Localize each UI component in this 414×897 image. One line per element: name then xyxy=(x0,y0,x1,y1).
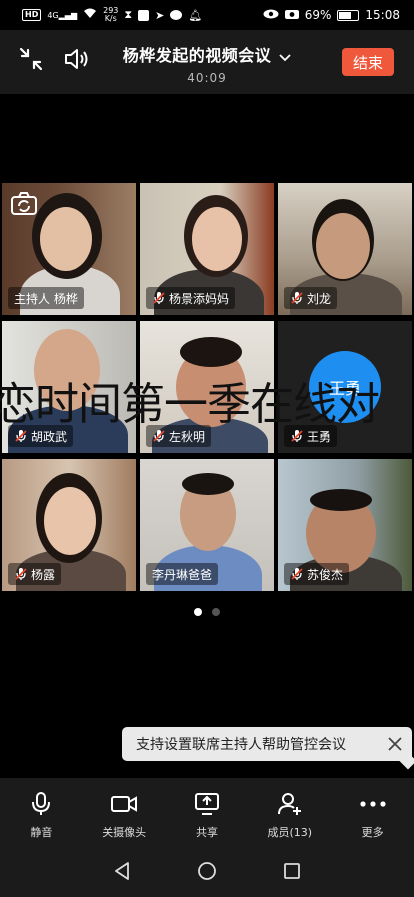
back-icon[interactable] xyxy=(113,861,131,885)
share-button[interactable]: 共享 xyxy=(166,778,249,848)
camera-label: 关摄像头 xyxy=(102,826,147,839)
status-bar: HD 4G▂▄▆ 293 K/s ⧗ ➤ 🔔︎ 69% 15:08 xyxy=(0,0,414,30)
meeting-header: 杨桦发起的视频会议 40:09 结束 xyxy=(0,30,414,94)
page-dot-active[interactable] xyxy=(194,608,202,616)
signal-label: 4G xyxy=(47,10,59,20)
participant-name: 李丹琳爸爸 xyxy=(152,567,213,582)
person-hair xyxy=(310,489,372,511)
participant-name-tag: 杨景添妈妈 xyxy=(146,287,236,309)
person-face xyxy=(44,487,96,555)
participant-name: 杨景添妈妈 xyxy=(169,291,230,306)
participant-name-tag: 苏俊杰 xyxy=(284,563,350,585)
wifi-icon xyxy=(83,8,97,22)
participant-name: 刘龙 xyxy=(307,291,332,306)
person-hair xyxy=(182,473,234,495)
add-user-icon xyxy=(275,790,305,818)
mute-label: 静音 xyxy=(30,826,53,839)
video-tile[interactable]: 苏俊杰 xyxy=(278,459,412,591)
meeting-title-text: 杨桦发起的视频会议 xyxy=(122,46,272,65)
person-hair xyxy=(180,337,242,367)
end-meeting-button[interactable]: 结束 xyxy=(342,48,394,76)
battery-fill xyxy=(339,11,352,19)
signal-icon: 4G▂▄▆ xyxy=(47,10,78,20)
members-button[interactable]: 成员(13) xyxy=(248,778,331,848)
participant-name: 杨露 xyxy=(31,567,56,582)
share-screen-icon xyxy=(192,790,222,818)
participant-name-tag: 杨露 xyxy=(8,563,62,585)
tooltip-text: 支持设置联席主持人帮助管控会议 xyxy=(136,737,346,753)
system-navigation-bar xyxy=(0,848,414,897)
more-label: 更多 xyxy=(361,826,384,839)
camera-switch-icon[interactable] xyxy=(10,191,38,217)
chevron-down-icon xyxy=(279,47,291,66)
participant-name: 主持人 杨桦 xyxy=(14,291,78,306)
tooltip-arrow xyxy=(399,752,414,770)
more-dots-icon xyxy=(358,790,388,818)
mute-button[interactable]: 静音 xyxy=(0,778,83,848)
video-tile[interactable]: 杨露 xyxy=(2,459,136,591)
battery-percent: 69% xyxy=(304,8,332,22)
video-tile-host[interactable]: 主持人 杨桦 xyxy=(2,183,136,315)
paper-plane-icon: ➤ xyxy=(155,8,165,22)
co-host-tooltip: 支持设置联席主持人帮助管控会议 xyxy=(122,727,414,770)
mic-muted-icon xyxy=(290,291,304,305)
notification-bell-icon: 🔔︎ xyxy=(188,8,203,22)
share-label: 共享 xyxy=(195,826,218,839)
hourglass-icon: ⧗ xyxy=(124,8,133,21)
camera-status-icon xyxy=(284,8,299,22)
participant-name-tag: 李丹琳爸爸 xyxy=(146,563,219,585)
person-face xyxy=(40,207,92,271)
mic-muted-icon xyxy=(152,291,166,305)
mic-muted-icon xyxy=(290,567,304,581)
clock: 15:08 xyxy=(365,8,400,22)
status-bar-right: 69% 15:08 xyxy=(263,8,400,22)
participant-name-tag: 主持人 杨桦 xyxy=(8,287,84,309)
wechat-icon xyxy=(170,10,183,20)
status-bar-left: HD 4G▂▄▆ 293 K/s ⧗ ➤ 🔔︎ xyxy=(22,7,202,23)
speed-unit: K/s xyxy=(104,14,117,23)
video-tile[interactable]: 刘龙 xyxy=(278,183,412,315)
meeting-toolbar: 静音 关摄像头 共享 成员(13) 更多 xyxy=(0,778,414,848)
home-icon[interactable] xyxy=(197,861,217,885)
participant-name-tag: 刘龙 xyxy=(284,287,338,309)
microphone-icon xyxy=(26,790,56,818)
shared-content-text: 恋时间第一季在线对 xyxy=(0,379,380,430)
battery-icon xyxy=(337,9,360,21)
participant-name: 苏俊杰 xyxy=(307,567,344,582)
video-tile[interactable]: 李丹琳爸爸 xyxy=(140,459,274,591)
mic-muted-icon xyxy=(14,567,28,581)
network-speed: 293 K/s xyxy=(103,7,118,23)
network-badge: HD xyxy=(22,9,42,21)
recents-icon[interactable] xyxy=(283,862,301,884)
person-face xyxy=(192,207,242,271)
page-dot[interactable] xyxy=(212,608,220,616)
more-button[interactable]: 更多 xyxy=(331,778,414,848)
page-indicator xyxy=(0,608,414,616)
video-tile[interactable]: 杨景添妈妈 xyxy=(140,183,274,315)
app-icon xyxy=(138,9,150,21)
person-face xyxy=(316,213,370,279)
camera-toggle-button[interactable]: 关摄像头 xyxy=(83,778,166,848)
members-label: 成员(13) xyxy=(267,826,313,839)
eye-icon xyxy=(263,8,279,22)
close-icon[interactable] xyxy=(386,735,404,753)
video-camera-icon xyxy=(109,790,139,818)
